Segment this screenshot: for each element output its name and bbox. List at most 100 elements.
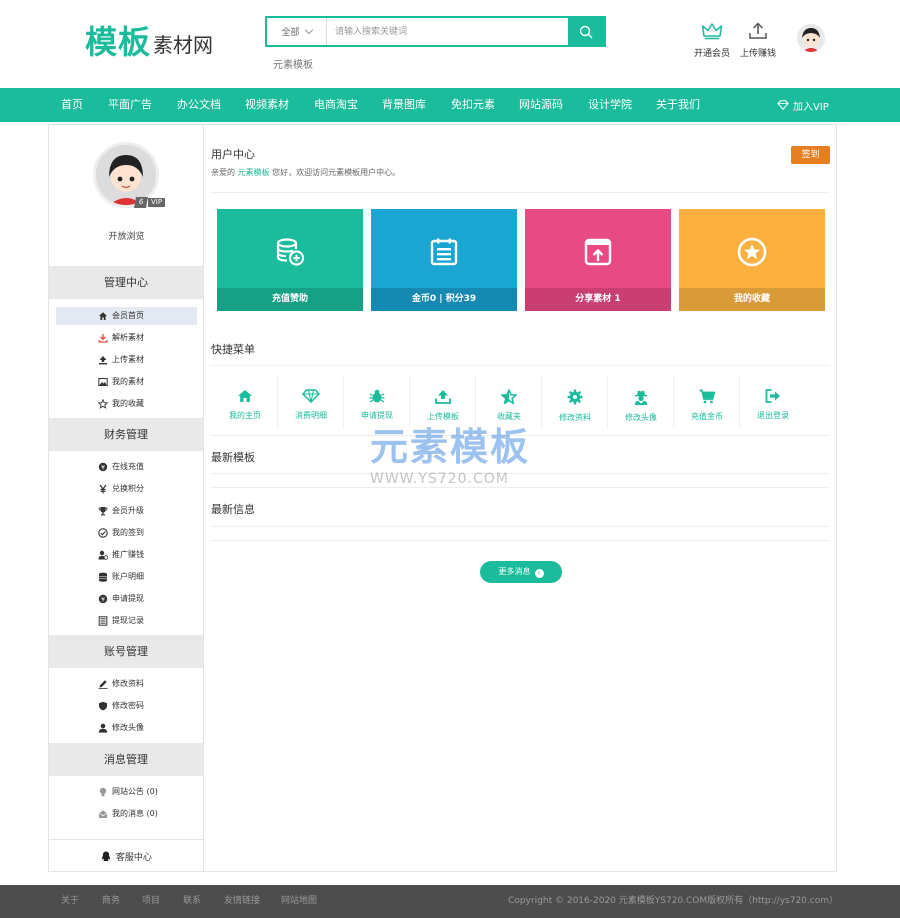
chevron-right-icon: › bbox=[534, 569, 544, 578]
card-my-favorites[interactable]: 我的收藏 bbox=[679, 209, 825, 311]
join-vip-link[interactable]: 加入VIP bbox=[777, 88, 829, 122]
avatar-icon bbox=[797, 24, 825, 52]
site-logo[interactable]: 模板 素材网 bbox=[85, 20, 213, 60]
user-secret-icon bbox=[634, 390, 648, 405]
search-button[interactable] bbox=[568, 18, 604, 45]
sidebar-divider bbox=[49, 839, 203, 840]
sidebar-item-announcements[interactable]: 网站公告 (0) bbox=[56, 783, 197, 801]
footer-link-sitemap[interactable]: 网站地图 bbox=[281, 885, 317, 918]
sidebar-item-recharge[interactable]: ¥ 在线充值 bbox=[56, 458, 197, 476]
sidebar-item-edit-profile[interactable]: 修改资料 bbox=[56, 675, 197, 693]
diamond-icon bbox=[777, 100, 789, 110]
chevron-down-icon bbox=[304, 25, 313, 35]
sidebar-item-checkins[interactable]: 我的签到 bbox=[56, 524, 197, 542]
sidebar-item-change-password[interactable]: 修改密码 bbox=[56, 697, 197, 715]
coins-plus-icon bbox=[276, 238, 305, 266]
vip-badge: 6 VIP bbox=[134, 197, 166, 208]
nav-item-about[interactable]: 关于我们 bbox=[656, 88, 700, 122]
card-coins-points-label: 金币0 | 积分39 bbox=[371, 288, 517, 311]
quick-recharge-coins[interactable]: 充值金币 bbox=[674, 375, 740, 427]
quick-apply-withdraw[interactable]: 申请提现 bbox=[344, 375, 410, 427]
header: 模板 素材网 全部 元素模板 开通会员 上传赚钱 bbox=[0, 0, 900, 88]
quick-favorites-folder[interactable]: 收藏夹 bbox=[476, 375, 542, 427]
card-coins-points[interactable]: 金币0 | 积分39 bbox=[371, 209, 517, 311]
sidebar-item-label: 会员升级 bbox=[112, 506, 144, 515]
upload-earn-button[interactable]: 上传赚钱 bbox=[735, 22, 781, 59]
open-vip-button[interactable]: 开通会员 bbox=[689, 22, 735, 59]
footer-link-business[interactable]: 商务 bbox=[102, 885, 120, 918]
username-link[interactable]: 元素模板 bbox=[238, 168, 270, 177]
sidebar-item-upload[interactable]: 上传素材 bbox=[56, 351, 197, 369]
search-input[interactable] bbox=[327, 18, 568, 45]
footer-link-contact[interactable]: 联系 bbox=[183, 885, 201, 918]
quick-upload-template[interactable]: 上传模板 bbox=[410, 375, 476, 427]
latest-info-title: 最新信息 bbox=[211, 503, 255, 516]
card-recharge[interactable]: 充值赞助 bbox=[217, 209, 363, 311]
logo-main-text: 模板 bbox=[85, 23, 152, 61]
sidebar-item-referral[interactable]: 推广赚钱 bbox=[56, 546, 197, 564]
nav-item-office-docs[interactable]: 办公文档 bbox=[177, 88, 221, 122]
user-center-container: 6 VIP 开放浏览 管理中心 会员首页 解析素材 上传素材 我的素材 我的收藏… bbox=[48, 124, 837, 872]
customer-service-link[interactable]: 客服中心 bbox=[49, 850, 204, 863]
sidebar-item-upgrade[interactable]: 会员升级 bbox=[56, 502, 197, 520]
hot-search-link[interactable]: 元素模板 bbox=[273, 56, 313, 71]
card-share-materials[interactable]: 分享素材 1 bbox=[525, 209, 671, 311]
footer-copyright: Copyright © 2016-2020 元素模板YS720.COM版权所有（… bbox=[508, 896, 838, 906]
quick-label: 申请提现 bbox=[361, 411, 393, 420]
card-recharge-label: 充值赞助 bbox=[217, 288, 363, 311]
customer-service-label: 客服中心 bbox=[115, 853, 152, 863]
quick-label: 我的主页 bbox=[229, 411, 261, 420]
quick-menu-title: 快捷菜单 bbox=[211, 343, 255, 356]
sidebar-item-label: 我的素材 bbox=[112, 377, 144, 386]
gear-icon bbox=[567, 389, 583, 405]
nav-item-ecommerce[interactable]: 电商淘宝 bbox=[314, 88, 358, 122]
nav-item-video[interactable]: 视频素材 bbox=[245, 88, 289, 122]
sidebar-item-account-detail[interactable]: 账户明细 bbox=[56, 568, 197, 586]
quick-spending-detail[interactable]: 消费明细 bbox=[278, 375, 344, 427]
nav-item-home[interactable]: 首页 bbox=[61, 88, 83, 122]
upload-icon bbox=[435, 390, 451, 404]
sidebar-group-title-account: 账号管理 bbox=[49, 635, 203, 668]
sidebar-item-my-messages[interactable]: 我的消息 (0) bbox=[56, 805, 197, 823]
sidebar-item-withdraw[interactable]: ¥ 申请提现 bbox=[56, 590, 197, 608]
open-vip-label: 开通会员 bbox=[693, 49, 730, 59]
divider bbox=[210, 435, 830, 436]
nav-item-cutout[interactable]: 免扣元素 bbox=[451, 88, 495, 122]
nav-item-print-ads[interactable]: 平面广告 bbox=[108, 88, 152, 122]
sidebar-item-parse[interactable]: 解析素材 bbox=[56, 329, 197, 347]
sidebar-group-title-manage: 管理中心 bbox=[49, 266, 203, 299]
sidebar-item-label: 申请提现 bbox=[112, 594, 144, 603]
download-icon bbox=[98, 334, 108, 343]
quick-my-homepage[interactable]: 我的主页 bbox=[212, 375, 278, 427]
sidebar-item-exchange[interactable]: 兑换积分 bbox=[56, 480, 197, 498]
sidebar-item-withdraw-records[interactable]: 提现记录 bbox=[56, 612, 197, 630]
footer-link-about[interactable]: 关于 bbox=[61, 885, 79, 918]
welcome-text: 亲爱的 元素模板 您好，欢迎访问元素模板用户中心。 bbox=[211, 167, 400, 178]
sidebar-item-my-materials[interactable]: 我的素材 bbox=[56, 373, 197, 391]
sidebar-item-change-avatar[interactable]: 修改头像 bbox=[56, 719, 197, 737]
sidebar-item-label: 提现记录 bbox=[112, 616, 144, 625]
sidebar-item-label: 我的收藏 bbox=[112, 399, 144, 408]
quick-label: 充值金币 bbox=[691, 412, 723, 421]
nav-item-backgrounds[interactable]: 背景图库 bbox=[382, 88, 426, 122]
sidebar-item-member-home[interactable]: 会员首页 bbox=[56, 307, 197, 325]
footer-link-friend-links[interactable]: 友情链接 bbox=[224, 885, 260, 918]
checkin-button[interactable]: 签到 bbox=[791, 146, 830, 164]
sidebar-item-favorites[interactable]: 我的收藏 bbox=[56, 395, 197, 413]
quick-edit-profile[interactable]: 修改资料 bbox=[542, 375, 608, 427]
header-avatar[interactable] bbox=[797, 24, 825, 52]
quick-logout[interactable]: 退出登录 bbox=[740, 375, 806, 427]
more-messages-button[interactable]: 更多消息 › bbox=[480, 561, 562, 583]
coin-icon: ¥ bbox=[98, 462, 108, 471]
crown-icon bbox=[701, 23, 723, 40]
browse-status: 开放浏览 bbox=[108, 232, 145, 242]
quick-change-avatar[interactable]: 修改头像 bbox=[608, 375, 674, 427]
vip-badge-label: VIP bbox=[148, 198, 166, 207]
nav-item-design-school[interactable]: 设计学院 bbox=[588, 88, 632, 122]
page-title: 用户中心 bbox=[211, 148, 255, 161]
bulb-icon bbox=[99, 787, 107, 797]
footer-link-projects[interactable]: 项目 bbox=[142, 885, 160, 918]
search-category-select[interactable]: 全部 bbox=[267, 18, 327, 45]
sidebar-item-label: 修改资料 bbox=[112, 679, 144, 688]
nav-item-source-code[interactable]: 网站源码 bbox=[519, 88, 563, 122]
